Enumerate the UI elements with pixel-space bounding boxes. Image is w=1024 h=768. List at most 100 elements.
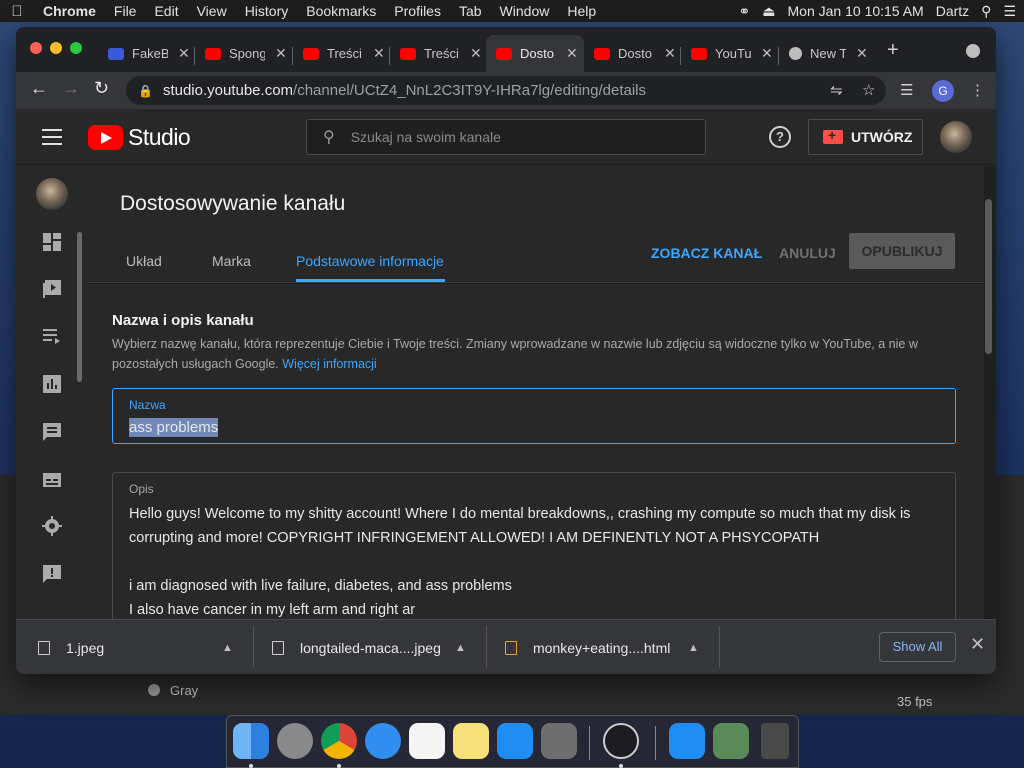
tab-5-active[interactable]: Dosto ✕	[486, 35, 584, 72]
lock-icon[interactable]: 🔒	[138, 84, 153, 98]
chevron-up-icon[interactable]: ▲	[222, 642, 233, 654]
finder-icon[interactable]	[233, 723, 269, 759]
tab-basic-info[interactable]: Podstawowe informacje	[296, 253, 444, 269]
chrome-icon[interactable]	[321, 723, 357, 759]
control-center-icon[interactable]: ☰	[1003, 3, 1016, 20]
trash-icon[interactable]	[761, 723, 789, 759]
tab-8[interactable]: New T ✕	[779, 35, 875, 72]
tab-4[interactable]: Treści ✕	[390, 35, 486, 72]
cancel-button[interactable]: ANULUJ	[779, 245, 836, 261]
close-tab-icon[interactable]: ✕	[470, 45, 482, 62]
close-tab-icon[interactable]: ✕	[761, 45, 773, 62]
menu-profiles[interactable]: Profiles	[385, 3, 450, 19]
search-placeholder: Szukaj na swoim kanale	[350, 129, 501, 145]
menu-view[interactable]: View	[188, 3, 236, 19]
zoom-window-icon[interactable]	[70, 42, 82, 54]
menubar-user[interactable]: Dartz	[936, 3, 969, 19]
content-icon[interactable]	[42, 279, 62, 299]
chevron-up-icon[interactable]: ▲	[688, 642, 699, 654]
tab-layout[interactable]: Układ	[126, 253, 162, 269]
profile-avatar[interactable]: G	[932, 80, 954, 102]
obs-status-icon[interactable]: ⚭	[739, 3, 751, 20]
name-field-value[interactable]: ass problems	[129, 418, 219, 437]
channel-description-field[interactable]: Opis Hello guys! Welcome to my shitty ac…	[112, 472, 956, 619]
forward-icon[interactable]: →	[62, 78, 80, 99]
downloads-folder-icon[interactable]	[713, 723, 749, 759]
download-item-3[interactable]: monkey+eating....html ▲	[483, 620, 719, 674]
spotlight-search-icon[interactable]: ⚲	[981, 3, 991, 20]
menu-help[interactable]: Help	[558, 3, 605, 19]
menubar-clock[interactable]: Mon Jan 10 10:15 AM	[788, 3, 924, 19]
app-store-downloads-icon[interactable]	[669, 723, 705, 759]
close-window-icon[interactable]	[30, 42, 42, 54]
close-tab-icon[interactable]: ✕	[566, 45, 578, 62]
tab-search-icon[interactable]	[966, 44, 980, 58]
app-store-icon[interactable]	[497, 723, 533, 759]
comments-icon[interactable]	[42, 422, 62, 442]
channel-search-input[interactable]: ⚲ Szukaj na swoim kanale	[306, 119, 706, 155]
menu-edit[interactable]: Edit	[145, 3, 187, 19]
close-tab-icon[interactable]: ✕	[178, 45, 190, 62]
menu-tab[interactable]: Tab	[450, 3, 491, 19]
settings-gear-icon[interactable]	[42, 516, 62, 536]
download-item-2[interactable]: longtailed-maca....jpeg ▲	[250, 620, 486, 674]
publish-button[interactable]: OPUBLIKUJ	[849, 233, 955, 269]
close-tab-icon[interactable]: ✕	[275, 45, 287, 62]
translate-icon[interactable]: ⇋	[830, 81, 843, 99]
menu-file[interactable]: File	[105, 3, 146, 19]
eject-icon[interactable]: ⏏	[762, 3, 775, 20]
new-tab-icon[interactable]: +	[887, 39, 899, 62]
menu-window[interactable]: Window	[491, 3, 559, 19]
bookmark-star-icon[interactable]: ☆	[862, 81, 875, 99]
studio-logo[interactable]: Studio	[88, 124, 191, 151]
notes-icon[interactable]	[453, 723, 489, 759]
reading-list-icon[interactable]: ☰	[900, 81, 913, 99]
tab-7[interactable]: YouTu ✕	[681, 35, 777, 72]
playlists-icon[interactable]	[42, 326, 62, 346]
safari-icon[interactable]	[365, 723, 401, 759]
back-icon[interactable]: ←	[30, 78, 48, 99]
launchpad-icon[interactable]	[277, 723, 313, 759]
menu-chrome[interactable]: Chrome	[34, 3, 105, 19]
tab-3[interactable]: Treści ✕	[293, 35, 389, 72]
sidebar-scrollbar[interactable]	[77, 232, 82, 382]
menu-bookmarks[interactable]: Bookmarks	[297, 3, 385, 19]
tab-1[interactable]: FakeB ✕	[98, 35, 194, 72]
system-preferences-icon[interactable]	[541, 723, 577, 759]
analytics-icon[interactable]	[42, 374, 62, 394]
more-info-link[interactable]: Więcej informacji	[282, 357, 376, 371]
tab-2[interactable]: Spong ✕	[195, 35, 291, 72]
apple-menu-icon[interactable]: 	[0, 3, 34, 20]
description-text[interactable]: Hello guys! Welcome to my shitty account…	[129, 502, 949, 619]
subtitles-icon[interactable]	[42, 470, 62, 490]
download-item-1[interactable]: 1.jpeg ▲	[16, 620, 252, 674]
minimize-window-icon[interactable]	[50, 42, 62, 54]
tab-6[interactable]: Dosto ✕	[584, 35, 680, 72]
help-icon[interactable]: ?	[769, 126, 791, 148]
close-icon[interactable]: ✕	[970, 634, 985, 655]
chrome-menu-icon[interactable]: ⋮	[970, 81, 985, 99]
close-tab-icon[interactable]: ✕	[373, 45, 385, 62]
close-tab-icon[interactable]: ✕	[856, 45, 868, 62]
section-description: Wybierz nazwę kanału, która reprezentuje…	[112, 334, 942, 374]
feedback-icon[interactable]	[42, 564, 62, 584]
tab-branding[interactable]: Marka	[212, 253, 251, 269]
view-channel-button[interactable]: ZOBACZ KANAŁ	[651, 245, 762, 261]
tab-favicon	[108, 47, 124, 60]
channel-avatar[interactable]	[36, 178, 68, 210]
channel-name-field[interactable]: Nazwa ass problems	[112, 388, 956, 444]
chevron-up-icon[interactable]: ▲	[455, 642, 466, 654]
show-all-downloads-button[interactable]: Show All	[879, 632, 956, 662]
calendar-icon[interactable]	[409, 723, 445, 759]
dashboard-icon[interactable]	[42, 232, 62, 252]
account-avatar[interactable]	[940, 121, 972, 153]
close-tab-icon[interactable]: ✕	[664, 45, 676, 62]
obs-source-gray[interactable]: Gray	[130, 679, 250, 701]
page-scrollbar[interactable]	[985, 199, 992, 354]
reload-icon[interactable]: ↻	[94, 78, 109, 99]
menu-history[interactable]: History	[236, 3, 298, 19]
address-bar[interactable]: 🔒 studio.youtube.com/channel/UCtZ4_NnL2C…	[126, 76, 886, 105]
obs-icon[interactable]	[603, 723, 639, 759]
hamburger-menu-icon[interactable]	[42, 129, 62, 150]
create-button[interactable]: UTWÓRZ	[808, 119, 923, 155]
